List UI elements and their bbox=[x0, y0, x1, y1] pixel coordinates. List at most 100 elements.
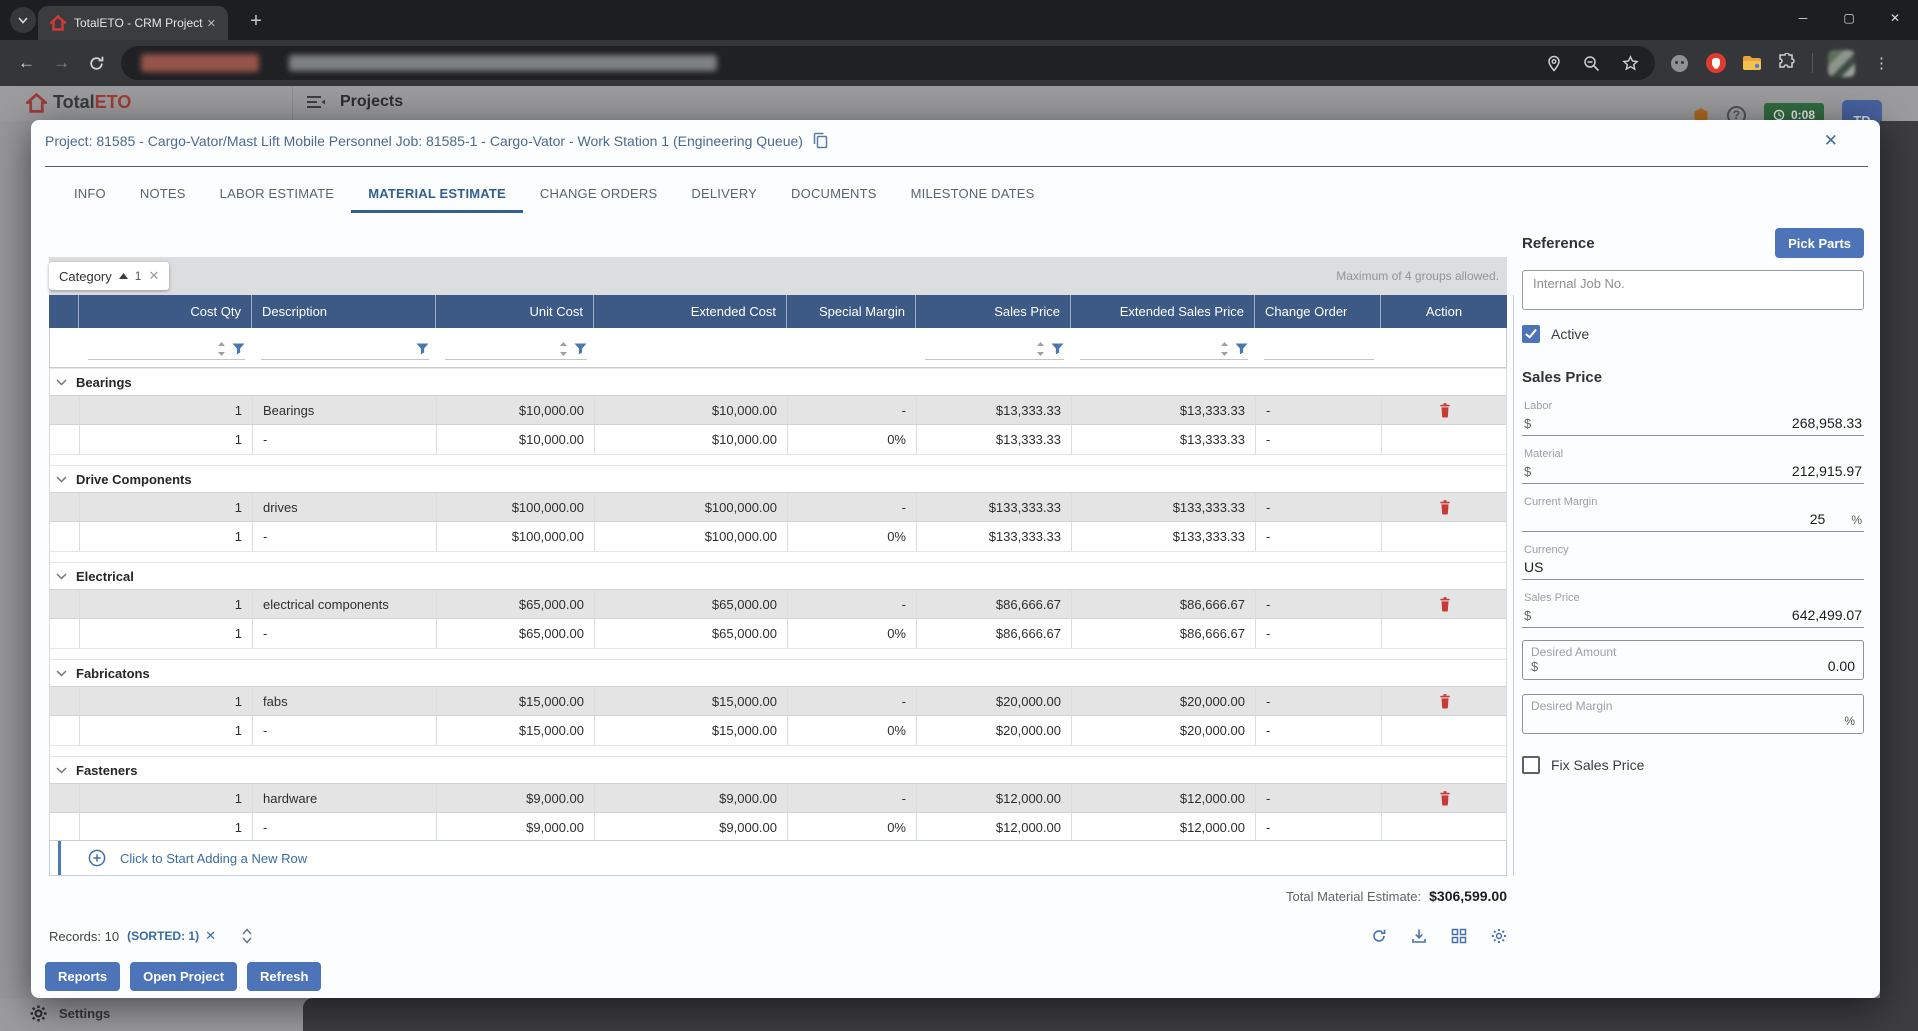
extensions-puzzle-icon[interactable] bbox=[1777, 53, 1797, 73]
filter-cell-extended-sales-price[interactable] bbox=[1072, 328, 1256, 367]
cell-description[interactable]: fabs bbox=[253, 687, 437, 715]
spinner-icon[interactable] bbox=[1036, 341, 1045, 357]
filter-cell-sales-price[interactable] bbox=[917, 328, 1072, 367]
cell-cost-qty[interactable]: 1 bbox=[80, 522, 253, 551]
cell-cost-qty[interactable]: 1 bbox=[80, 425, 253, 454]
cell-action[interactable] bbox=[1382, 522, 1508, 551]
cell-sales-price[interactable]: $20,000.00 bbox=[917, 716, 1072, 745]
delete-row-icon[interactable] bbox=[1438, 402, 1452, 418]
browser-profile-avatar[interactable] bbox=[1828, 50, 1855, 77]
group-chip-category[interactable]: Category 1 ✕ bbox=[49, 262, 169, 290]
filter-cell-description[interactable] bbox=[253, 328, 437, 367]
tab-notes[interactable]: NOTES bbox=[123, 174, 203, 213]
cell-special-margin[interactable]: - bbox=[788, 784, 917, 812]
download-icon[interactable] bbox=[1411, 928, 1427, 944]
cell-description[interactable]: - bbox=[253, 425, 437, 454]
cell-special-margin[interactable]: 0% bbox=[788, 716, 917, 745]
filter-cell-cost-qty[interactable] bbox=[80, 328, 253, 367]
unfold-rows-icon[interactable] bbox=[242, 928, 252, 944]
cell-action[interactable] bbox=[1382, 619, 1508, 648]
cell-change-order[interactable]: - bbox=[1256, 493, 1382, 521]
tab-material-estimate[interactable]: MATERIAL ESTIMATE bbox=[351, 174, 523, 213]
cell-cost-qty[interactable]: 1 bbox=[80, 784, 253, 812]
browser-menu-icon[interactable]: ⋮ bbox=[1874, 54, 1889, 72]
copy-icon[interactable] bbox=[813, 132, 828, 149]
reports-button[interactable]: Reports bbox=[45, 962, 120, 991]
column-header-description[interactable]: Description bbox=[252, 295, 436, 328]
filter-funnel-icon[interactable] bbox=[232, 343, 245, 355]
tab-labor-estimate[interactable]: LABOR ESTIMATE bbox=[203, 174, 352, 213]
cell-special-margin[interactable]: 0% bbox=[788, 425, 917, 454]
internal-job-no-input[interactable] bbox=[1522, 270, 1864, 310]
fix-sales-price-checkbox[interactable] bbox=[1522, 756, 1540, 774]
cell-unit-cost[interactable]: $65,000.00 bbox=[437, 619, 595, 648]
cell-special-margin[interactable]: - bbox=[788, 396, 917, 424]
column-header-change-order[interactable]: Change Order bbox=[1255, 295, 1381, 328]
adblock-hand-icon[interactable] bbox=[1705, 52, 1727, 74]
cell-unit-cost[interactable]: $10,000.00 bbox=[437, 396, 595, 424]
cell-extended-cost[interactable]: $9,000.00 bbox=[595, 784, 788, 812]
cell-sales-price[interactable]: $13,333.33 bbox=[917, 396, 1072, 424]
cell-cost-qty[interactable]: 1 bbox=[80, 716, 253, 745]
cell-extended-cost[interactable]: $100,000.00 bbox=[595, 522, 788, 551]
cell-extended-sales-price[interactable]: $86,666.67 bbox=[1072, 590, 1256, 618]
collapse-chevron-icon[interactable] bbox=[56, 573, 67, 580]
pick-parts-button[interactable]: Pick Parts bbox=[1775, 228, 1864, 258]
files-extension-icon[interactable] bbox=[1742, 55, 1762, 72]
cell-cost-qty[interactable]: 1 bbox=[80, 619, 253, 648]
zoom-out-icon[interactable] bbox=[1583, 55, 1600, 72]
group-row-electrical[interactable]: Electrical bbox=[50, 562, 1506, 589]
filter-input-cost-qty[interactable] bbox=[88, 338, 245, 360]
field-material[interactable]: Material$212,915.97 bbox=[1522, 448, 1864, 484]
cell-cost-qty[interactable]: 1 bbox=[80, 687, 253, 715]
collapse-chevron-icon[interactable] bbox=[56, 670, 67, 677]
cell-sales-price[interactable]: $133,333.33 bbox=[917, 522, 1072, 551]
filter-cell-change-order[interactable] bbox=[1256, 328, 1382, 367]
cell-action[interactable] bbox=[1382, 425, 1508, 454]
cell-description[interactable]: Bearings bbox=[253, 396, 437, 424]
bookmark-star-icon[interactable] bbox=[1622, 55, 1639, 72]
cell-special-margin[interactable]: - bbox=[788, 493, 917, 521]
spinner-icon[interactable] bbox=[559, 341, 568, 357]
cell-description[interactable]: hardware bbox=[253, 784, 437, 812]
clear-sort-icon[interactable]: ✕ bbox=[205, 928, 216, 944]
cell-action[interactable] bbox=[1382, 716, 1508, 745]
cell-extended-sales-price[interactable]: $133,333.33 bbox=[1072, 493, 1256, 521]
tab-info[interactable]: INFO bbox=[57, 174, 123, 213]
field-labor[interactable]: Labor$268,958.33 bbox=[1522, 400, 1864, 436]
column-header-action[interactable]: Action bbox=[1381, 295, 1507, 328]
cell-sales-price[interactable]: $86,666.67 bbox=[917, 619, 1072, 648]
delete-row-icon[interactable] bbox=[1438, 499, 1452, 515]
column-header-extended-cost[interactable]: Extended Cost bbox=[594, 295, 787, 328]
column-header-unit-cost[interactable]: Unit Cost bbox=[436, 295, 594, 328]
cell-unit-cost[interactable]: $65,000.00 bbox=[437, 590, 595, 618]
column-header-cost-qty[interactable]: Cost Qty bbox=[79, 295, 252, 328]
field-current-margin[interactable]: Current Margin25% bbox=[1522, 496, 1864, 532]
filter-funnel-icon[interactable] bbox=[574, 343, 587, 355]
filter-input-unit-cost[interactable] bbox=[445, 338, 587, 360]
cell-change-order[interactable]: - bbox=[1256, 619, 1382, 648]
collapse-chevron-icon[interactable] bbox=[56, 767, 67, 774]
cell-change-order[interactable]: - bbox=[1256, 590, 1382, 618]
cell-change-order[interactable]: - bbox=[1256, 396, 1382, 424]
cell-special-margin[interactable]: 0% bbox=[788, 813, 917, 842]
cell-unit-cost[interactable]: $10,000.00 bbox=[437, 425, 595, 454]
reload-button[interactable] bbox=[88, 55, 105, 72]
cell-special-margin[interactable]: 0% bbox=[788, 619, 917, 648]
filter-input-sales-price[interactable] bbox=[925, 338, 1064, 360]
cell-special-margin[interactable]: - bbox=[788, 687, 917, 715]
group-chip-remove-icon[interactable]: ✕ bbox=[148, 268, 159, 284]
cell-special-margin[interactable]: 0% bbox=[788, 522, 917, 551]
cell-description[interactable]: - bbox=[253, 813, 437, 842]
filter-input-extended-sales-price[interactable] bbox=[1080, 338, 1248, 360]
cell-sales-price[interactable]: $20,000.00 bbox=[917, 687, 1072, 715]
delete-row-icon[interactable] bbox=[1438, 790, 1452, 806]
group-row-fabricatons[interactable]: Fabricatons bbox=[50, 659, 1506, 686]
field-currency[interactable]: CurrencyUS bbox=[1522, 544, 1864, 580]
cell-action[interactable] bbox=[1382, 784, 1508, 812]
spinner-icon[interactable] bbox=[1220, 341, 1229, 357]
cell-action[interactable] bbox=[1382, 813, 1508, 842]
cell-cost-qty[interactable]: 1 bbox=[80, 396, 253, 424]
cell-extended-sales-price[interactable]: $13,333.33 bbox=[1072, 396, 1256, 424]
tab-milestone-dates[interactable]: MILESTONE DATES bbox=[894, 174, 1052, 213]
